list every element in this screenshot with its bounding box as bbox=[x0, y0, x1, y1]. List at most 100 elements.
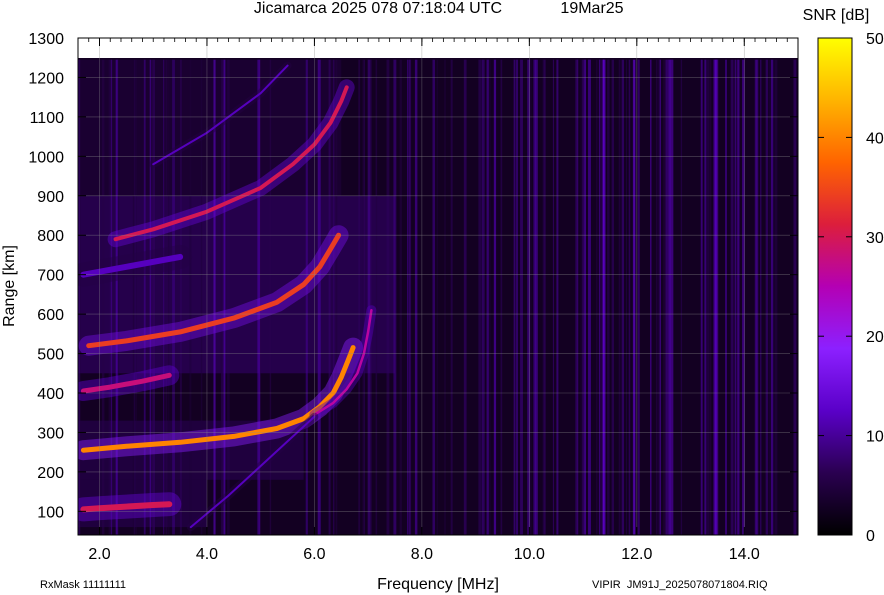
noise-streak bbox=[513, 59, 516, 535]
noise-streak bbox=[533, 59, 537, 535]
date-label: 19Mar25 bbox=[560, 0, 623, 17]
noise-streak bbox=[742, 59, 745, 535]
noise-streak bbox=[432, 59, 435, 535]
noise-streak bbox=[444, 59, 446, 535]
colorbar-bar bbox=[817, 37, 853, 536]
noise-streak bbox=[482, 59, 485, 535]
noise-streak bbox=[765, 59, 767, 535]
noise-streak bbox=[520, 59, 523, 535]
noise-streak bbox=[375, 59, 378, 535]
noise-streak bbox=[358, 59, 361, 535]
y-tick-label: 700 bbox=[37, 268, 64, 285]
noise-streak bbox=[716, 59, 719, 535]
noise-streak bbox=[408, 59, 412, 535]
x-axis-label: Frequency [MHz] bbox=[377, 576, 499, 593]
noise-streak bbox=[670, 59, 674, 535]
noise-streak bbox=[657, 59, 661, 535]
colorbar-tick-label: 40 bbox=[866, 130, 884, 147]
colorbar-tick-label: 20 bbox=[866, 329, 884, 346]
noise-streak bbox=[135, 59, 137, 535]
y-tick-label: 400 bbox=[37, 386, 64, 403]
noise-streak bbox=[370, 59, 372, 535]
y-tick-label: 600 bbox=[37, 307, 64, 324]
noise-streak bbox=[436, 59, 438, 535]
noise-streak bbox=[486, 59, 489, 535]
noise-streak bbox=[707, 59, 710, 535]
colorbar: SNR [dB] 0 10 20 30 40 50 bbox=[803, 7, 884, 545]
noise-streak bbox=[152, 59, 156, 535]
noise-streak bbox=[149, 59, 152, 535]
y-tick-label: 1100 bbox=[30, 110, 65, 127]
colorbar-tick-label: 10 bbox=[866, 429, 884, 446]
y-axis-label: Range [km] bbox=[1, 245, 18, 327]
noise-streak bbox=[668, 59, 671, 535]
x-tick-label: 8.0 bbox=[411, 546, 433, 563]
y-tick-label: 200 bbox=[37, 465, 64, 482]
noise-streak bbox=[227, 59, 230, 535]
noise-streak bbox=[399, 59, 402, 535]
noise-streak bbox=[734, 59, 737, 535]
noise-streak bbox=[386, 59, 390, 535]
noise-streak bbox=[163, 59, 165, 535]
noise-streak bbox=[220, 59, 223, 535]
noise-streak bbox=[536, 59, 538, 535]
noise-streak bbox=[407, 59, 409, 535]
y-tick-label: 1300 bbox=[28, 31, 64, 48]
noise-streak bbox=[108, 59, 111, 535]
noise-streak bbox=[632, 59, 636, 535]
noise-streak bbox=[701, 59, 703, 535]
noise-streak bbox=[793, 59, 796, 535]
noise-streak bbox=[543, 59, 546, 535]
noise-streak bbox=[628, 59, 631, 535]
noise-streak bbox=[78, 59, 81, 535]
noise-streak bbox=[463, 59, 467, 535]
noise-streak bbox=[584, 59, 586, 535]
noise-streak bbox=[414, 59, 418, 535]
x-tick-label: 2.0 bbox=[88, 546, 110, 563]
footer-rxmask: RxMask 11111111 bbox=[40, 579, 126, 591]
x-tick-label: 14.0 bbox=[729, 546, 760, 563]
noise-streak bbox=[110, 59, 113, 535]
noise-streak bbox=[165, 59, 168, 535]
noise-streak bbox=[223, 59, 226, 535]
colorbar-tick-label: 0 bbox=[866, 528, 875, 545]
noise-streak bbox=[768, 59, 771, 535]
noise-streak bbox=[774, 59, 778, 535]
noise-streak bbox=[713, 59, 715, 535]
plot-area: 2.0 4.0 6.0 8.0 10.0 12.0 14.0 100 200 300 400 500 6… bbox=[28, 31, 799, 563]
x-tick-label: 10.0 bbox=[514, 546, 545, 563]
noise-streak bbox=[493, 59, 497, 535]
noise-streak bbox=[588, 59, 591, 535]
noise-streak bbox=[556, 59, 559, 535]
noise-streak bbox=[637, 59, 640, 535]
noise-streak bbox=[478, 59, 482, 535]
noise-streak bbox=[101, 59, 105, 535]
y-tick-label: 1200 bbox=[28, 70, 64, 87]
x-tick-label: 6.0 bbox=[303, 546, 325, 563]
noise-streak bbox=[730, 59, 734, 535]
y-tick-label: 300 bbox=[37, 425, 64, 442]
noise-streak bbox=[655, 59, 658, 535]
noise-streak bbox=[168, 59, 170, 535]
noise-streak bbox=[596, 59, 598, 535]
noise-streak bbox=[500, 59, 503, 535]
noise-streak bbox=[770, 59, 774, 535]
noise-streak bbox=[725, 59, 727, 535]
noise-streak bbox=[621, 59, 625, 535]
noise-streak bbox=[760, 59, 762, 535]
noise-streak bbox=[618, 59, 621, 535]
noise-streak bbox=[117, 59, 119, 535]
noise-streak bbox=[179, 59, 182, 535]
noise-streak bbox=[582, 59, 585, 535]
noise-streak bbox=[189, 59, 192, 535]
noise-streak bbox=[607, 59, 610, 535]
noise-streak bbox=[367, 59, 371, 535]
noise-streak bbox=[143, 59, 146, 535]
noise-streak bbox=[626, 59, 628, 535]
noise-streak bbox=[489, 59, 491, 535]
noise-streak bbox=[665, 59, 669, 535]
noise-streak bbox=[704, 59, 707, 535]
noise-streak bbox=[737, 59, 740, 535]
noise-streak bbox=[393, 59, 397, 535]
noise-streak bbox=[575, 59, 579, 535]
